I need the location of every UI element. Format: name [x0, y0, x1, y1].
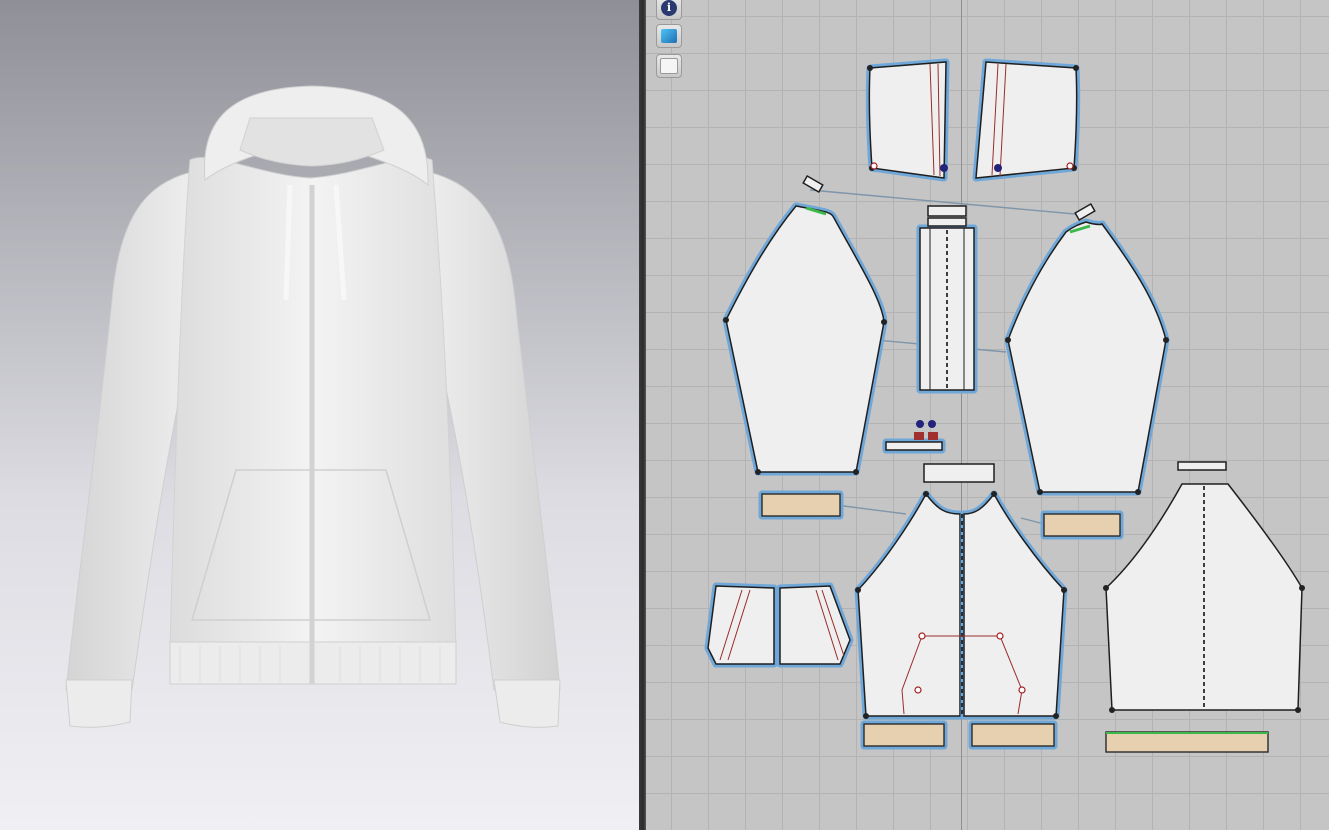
waist-rib-right: [971, 723, 1055, 747]
hoodie-3d-render: [65, 85, 561, 728]
hood-piece-left: [865, 58, 950, 182]
sleeve-right: [1004, 218, 1170, 496]
front-body: [854, 490, 1068, 720]
back-body: [1105, 461, 1303, 711]
right-cuff: [493, 679, 561, 728]
zipper-strips: [916, 205, 978, 394]
waist-rib-left: [863, 723, 945, 747]
pocket-right: [776, 582, 854, 668]
panel-divider[interactable]: [639, 0, 646, 830]
cuff-rib-left: [761, 493, 841, 517]
waist-rib-back: [1105, 731, 1269, 753]
hood-opening: [239, 117, 385, 167]
pocket-left: [704, 582, 778, 668]
pattern-pieces: [704, 58, 1305, 753]
cuff-rib-right: [1043, 513, 1121, 537]
hood-piece-right: [972, 58, 1081, 182]
2d-pattern-viewport[interactable]: i: [646, 0, 1329, 830]
left-cuff: [65, 679, 133, 728]
3d-viewport[interactable]: [0, 0, 639, 830]
sleeve-left: [722, 202, 888, 476]
